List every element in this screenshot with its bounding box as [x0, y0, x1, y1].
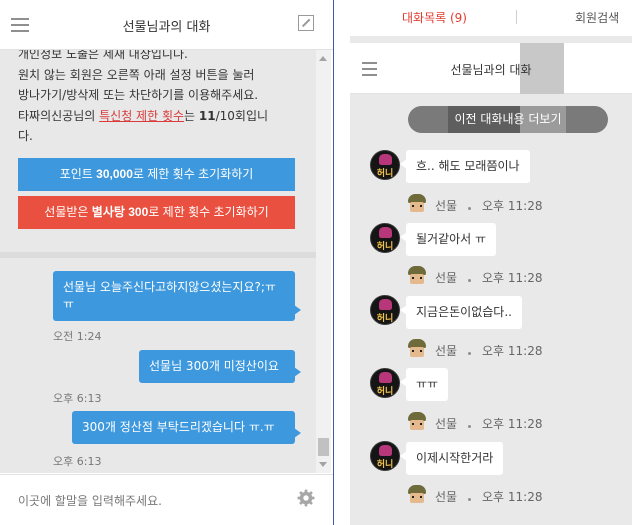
btn-text: 로 제한 횟수 초기화하기 — [148, 205, 269, 219]
separator-dot — [468, 352, 471, 355]
notice-line-count: 타짜의신공님의 특신청 제한 횟수는 11/10회입니 — [18, 106, 313, 127]
message-input[interactable] — [18, 491, 278, 511]
separator-dot — [468, 498, 471, 501]
notice-line: 원치 않는 회원은 오른쪽 아래 설정 버튼을 눌러 — [18, 67, 255, 82]
avatar[interactable]: 허니 — [370, 150, 400, 180]
btn-amount: 별사탕 300 — [91, 205, 149, 219]
avatar-label: 허니 — [376, 242, 394, 252]
message-time: 오후 11:28 — [482, 344, 543, 358]
chat-panel-left: 선물님과의 대화 개인정보 노출은 제재 대상입니다. 원치 않는 회원은 오른… — [0, 0, 333, 525]
avatar-label: 허니 — [376, 460, 394, 470]
notice-text-part: /10회입니 — [215, 108, 269, 123]
notice-text-part: 타짜의신공님의 — [18, 108, 100, 123]
avatar[interactable]: 허니 — [370, 368, 400, 398]
btn-text: 포인트 — [59, 167, 97, 181]
message-time: 오후 6:13 — [53, 455, 102, 468]
scrollbar[interactable] — [316, 50, 331, 473]
top-nav: 대화목록 (9) 회원검색 — [350, 0, 632, 36]
avatar[interactable]: 허니 — [370, 295, 400, 325]
received-message: 될거같아서 ㅠ — [399, 223, 497, 256]
sender-name: 선물 — [435, 344, 458, 358]
message-list: 선물님 오늘주신다고하지않으셨는지요?;ㅠㅠ 오전 1:24 선물님 300개 … — [0, 258, 316, 473]
sender-name: 선물 — [435, 417, 458, 431]
scrollbar-thumb[interactable] — [318, 438, 329, 456]
notice-line: 방나가기/방삭제 또는 차단하기를 이용해주세요. — [18, 88, 259, 102]
message-time: 오후 11:28 — [482, 417, 543, 431]
message-time: 오전 1:24 — [53, 330, 102, 343]
btn-text: 선물받은 — [44, 205, 92, 219]
notice-box: 개인정보 노출은 제재 대상입니다. 원치 않는 회원은 오른쪽 아래 설정 버… — [0, 50, 316, 252]
nav-divider — [516, 10, 517, 24]
received-message: 지금은돈이없습다.. — [400, 296, 522, 329]
received-message: ㅠㅠ — [399, 368, 449, 401]
message-time: 오후 6:13 — [53, 392, 102, 405]
scroll-up-icon[interactable] — [319, 56, 327, 61]
scroll-down-icon[interactable] — [319, 462, 327, 467]
notice-text-part: 는 — [184, 108, 199, 123]
message-time: 오후 11:28 — [482, 271, 543, 285]
mini-avatar — [406, 194, 428, 214]
chat-header: 선물님과의 대화 — [350, 43, 632, 94]
sender-name: 선물 — [435, 271, 458, 285]
message-time: 오후 11:28 — [482, 490, 543, 504]
expand-icon[interactable] — [298, 15, 314, 31]
avatar-label: 허니 — [376, 169, 394, 179]
mini-avatar — [406, 412, 428, 432]
sender-name: 선물 — [435, 490, 458, 504]
avatar[interactable]: 허니 — [370, 223, 400, 253]
chat-title: 선물님과의 대화 — [450, 63, 532, 77]
chat-header: 선물님과의 대화 — [0, 0, 333, 50]
composer — [0, 474, 333, 525]
window-gap — [334, 0, 350, 525]
reset-with-points-button[interactable]: 포인트 30,000로 제한 횟수 초기화하기 — [18, 158, 295, 191]
chat-panel-right: 대화목록 (9) 회원검색 선물님과의 대화 이전 대화내용 더보기 허니 흐.… — [350, 0, 632, 525]
separator-dot — [468, 425, 471, 428]
separator-dot — [468, 279, 471, 282]
notice-text: 개인정보 노출은 제재 대상입니다. 원치 않는 회원은 오른쪽 아래 설정 버… — [18, 50, 313, 147]
mini-avatar — [406, 266, 428, 286]
gear-icon[interactable] — [297, 489, 315, 507]
received-message: 흐.. 해도 모래쯤이나 — [400, 150, 530, 183]
limit-count: 11 — [198, 108, 216, 123]
chat-title: 선물님과의 대화 — [122, 20, 211, 35]
sender-name: 선물 — [435, 199, 458, 213]
message-time: 오후 11:28 — [482, 199, 543, 213]
load-more-label: 이전 대화내용 더보기 — [454, 112, 562, 126]
mini-avatar — [406, 339, 428, 359]
limit-link[interactable]: 특신청 제한 횟수 — [99, 109, 184, 123]
load-more-button[interactable]: 이전 대화내용 더보기 — [408, 106, 608, 133]
sent-message: 300개 정산점 부탁드리겠습니다 ㅠ.ㅠ — [72, 411, 301, 444]
mini-avatar — [406, 485, 428, 505]
reset-with-candy-button[interactable]: 선물받은 별사탕 300로 제한 횟수 초기화하기 — [18, 196, 295, 229]
avatar[interactable]: 허니 — [370, 441, 400, 471]
sent-message: 선물님 300개 미정산이요 — [139, 350, 301, 383]
btn-text: 로 제한 횟수 초기화하기 — [132, 167, 254, 181]
received-message: 이제시작한거라 — [399, 442, 504, 475]
notice-line: 개인정보 노출은 제재 대상입니다. — [18, 50, 188, 61]
tab-chat-list[interactable]: 대화목록 (9) — [402, 9, 467, 26]
avatar-label: 허니 — [376, 314, 394, 324]
avatar-label: 허니 — [376, 387, 394, 397]
separator-dot — [468, 207, 471, 210]
notice-line: 다. — [18, 129, 33, 143]
btn-amount: 30,000 — [96, 167, 133, 181]
tab-member-search[interactable]: 회원검색 — [575, 9, 619, 26]
sent-message: 선물님 오늘주신다고하지않으셨는지요?;ㅠㅠ — [53, 271, 301, 321]
